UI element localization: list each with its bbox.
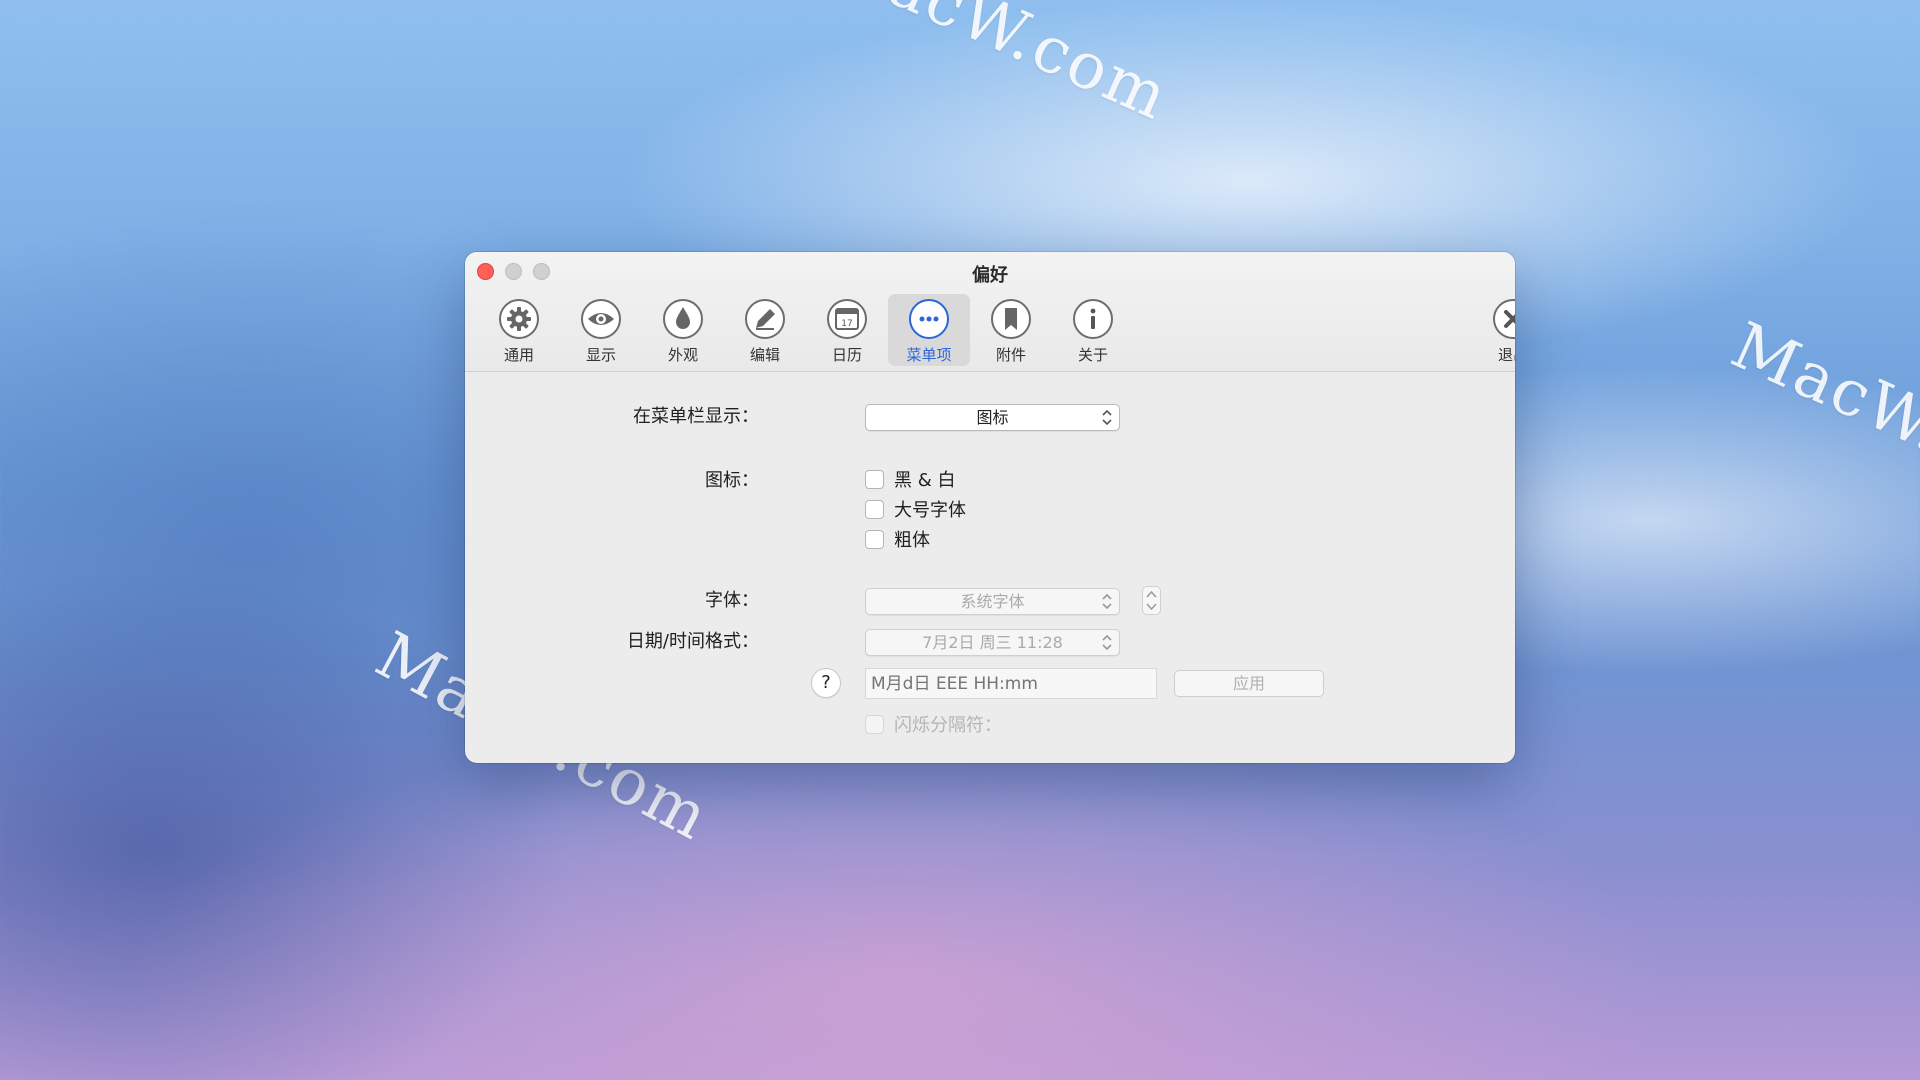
font-value: 系统字体: [960, 592, 1025, 611]
calendar-day-text: 17: [841, 319, 852, 329]
apply-button[interactable]: 应用: [1174, 670, 1324, 697]
preferences-toolbar: 通用 显示 外观 编辑 17 日历 菜单项 附件 关于 退: [478, 294, 1515, 366]
eye-icon: [581, 299, 621, 339]
tab-menu-items[interactable]: 菜单项: [888, 294, 970, 366]
close-icon: [1493, 299, 1515, 339]
info-icon: [1073, 299, 1113, 339]
gear-icon: [499, 299, 539, 339]
tab-edit[interactable]: 编辑: [724, 294, 806, 366]
tab-label: 附件: [995, 346, 1026, 364]
tab-label: 通用: [503, 346, 534, 364]
checkbox[interactable]: [865, 469, 884, 489]
icon-options-label: 图标：: [705, 470, 759, 491]
watermark: MacW.com: [1720, 308, 1920, 526]
menu-items-pane: 在菜单栏显示： 图标 图标： 黑 & 白 大号字体 粗体 字体： 系统字体 日期…: [465, 372, 1515, 763]
datetime-format-select[interactable]: 7月2日 周三 11:28: [865, 629, 1120, 656]
tab-label: 显示: [585, 346, 616, 364]
stepper-arrows-icon: [1146, 590, 1157, 611]
chevron-updown-icon: [1102, 634, 1112, 651]
checkbox[interactable]: [865, 529, 884, 549]
datetime-format-label: 日期/时间格式：: [626, 631, 759, 652]
tab-attachments[interactable]: 附件: [970, 294, 1052, 366]
tab-appearance[interactable]: 外观: [642, 294, 724, 366]
tab-calendar[interactable]: 17 日历: [806, 294, 888, 366]
tab-label: 编辑: [749, 346, 780, 364]
menubar-show-value: 图标: [976, 408, 1009, 427]
pencil-icon: [745, 299, 785, 339]
tab-label: 日历: [831, 346, 862, 364]
tab-display[interactable]: 显示: [560, 294, 642, 366]
checkbox[interactable]: [865, 499, 884, 519]
checkbox-label: 闪烁分隔符：: [894, 715, 1002, 736]
font-size-stepper[interactable]: [1142, 586, 1161, 615]
custom-format-input[interactable]: [865, 668, 1157, 699]
quit-label: 退出: [1497, 346, 1515, 364]
font-label: 字体：: [705, 590, 759, 611]
drop-icon: [663, 299, 703, 339]
checkbox-label: 大号字体: [894, 500, 966, 521]
bookmark-icon: [991, 299, 1031, 339]
menubar-show-label: 在菜单栏显示：: [633, 406, 759, 427]
tab-label: 外观: [667, 346, 698, 364]
help-button[interactable]: ?: [811, 668, 841, 698]
preferences-window: 偏好 通用 显示 外观 编辑 17 日历 菜单项 附件 关于 退 在菜单栏显示：…: [465, 252, 1515, 763]
menubar-show-select[interactable]: 图标: [865, 404, 1120, 431]
tab-about[interactable]: 关于: [1052, 294, 1134, 366]
checkbox[interactable]: [865, 714, 884, 734]
checkbox-blink-separator[interactable]: 闪烁分隔符：: [865, 711, 1002, 737]
tab-label: 关于: [1077, 346, 1108, 364]
checkbox-black-white[interactable]: 黑 & 白: [865, 466, 955, 492]
checkbox-label: 黑 & 白: [894, 470, 956, 491]
checkbox-large-font[interactable]: 大号字体: [865, 496, 966, 522]
chevron-updown-icon: [1102, 593, 1112, 610]
tab-label: 菜单项: [906, 346, 952, 364]
quit-button[interactable]: 退出: [1472, 294, 1515, 366]
datetime-format-value: 7月2日 周三 11:28: [922, 633, 1063, 652]
checkbox-label: 粗体: [894, 530, 930, 551]
window-title: 偏好: [972, 265, 1008, 286]
calendar-icon: 17: [827, 299, 867, 339]
titlebar: 偏好 通用 显示 外观 编辑 17 日历 菜单项 附件 关于 退: [465, 252, 1515, 372]
tab-general[interactable]: 通用: [478, 294, 560, 366]
checkbox-bold[interactable]: 粗体: [865, 526, 930, 552]
watermark: MacW.com: [815, 0, 1180, 136]
font-select[interactable]: 系统字体: [865, 588, 1120, 615]
chevron-updown-icon: [1102, 409, 1112, 426]
ellipsis-icon: [909, 299, 949, 339]
